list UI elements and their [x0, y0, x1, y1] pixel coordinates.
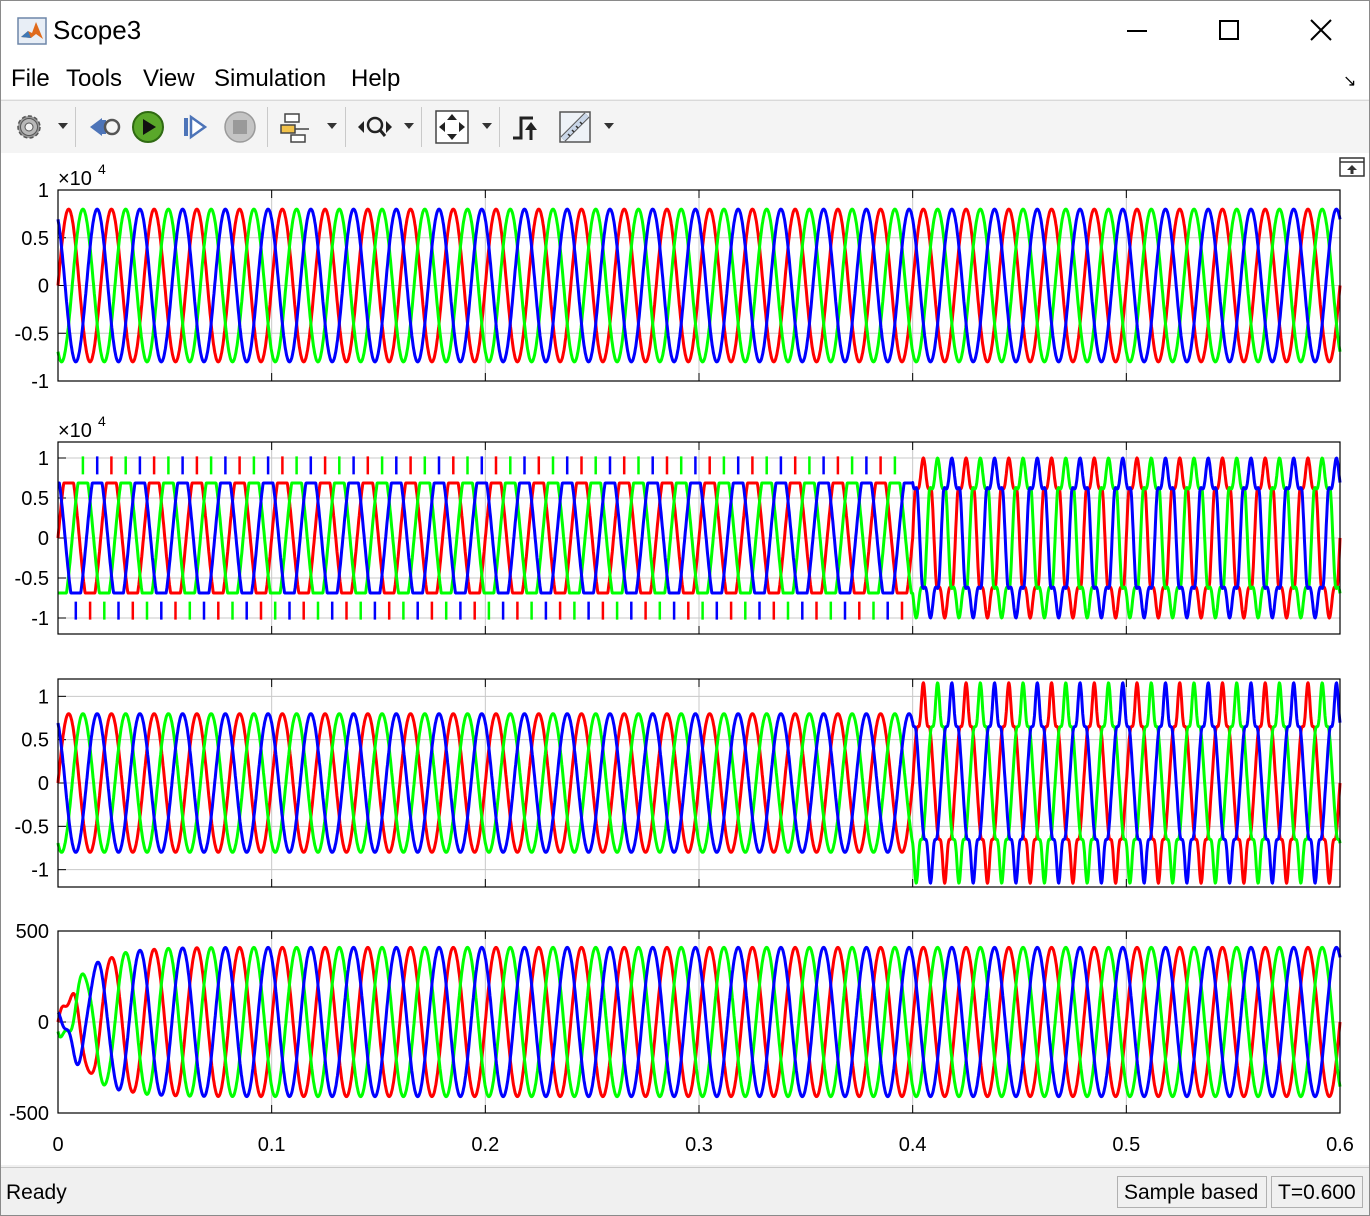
stop-icon: [224, 111, 256, 143]
axis-exponent-label: ×10: [58, 168, 92, 190]
x-tick-label: 0.1: [258, 1134, 286, 1156]
matlab-logo-icon: [17, 17, 47, 45]
maximize-icon: [1219, 20, 1239, 40]
settings-dropdown-icon[interactable]: [58, 123, 68, 129]
y-tick-label: 500: [16, 921, 49, 943]
step-forward-button[interactable]: [175, 107, 213, 147]
y-tick-label: -0.5: [15, 816, 49, 838]
y-tick-label: 1: [38, 686, 49, 708]
y-tick-label: 0: [38, 773, 49, 795]
plot-area[interactable]: 1 0.5 0 -0.5 -1 ×10 4 1 0.5 0 -0.5 -1 ×10 4 1 0.5 0 -0.5 -…: [1, 153, 1369, 1165]
title-bar[interactable]: Scope3: [1, 1, 1369, 59]
x-tick-label: 0.2: [471, 1134, 499, 1156]
menu-tools[interactable]: Tools: [66, 65, 122, 93]
scope-window: Scope3 File Tools View Simulation Help ↘: [0, 0, 1370, 1216]
scope-axes[interactable]: 1 0.5 0 -0.5 -1 ×10 4 1 0.5 0 -0.5 -1 ×10 4 1 0.5 0 -0.5 -…: [1, 153, 1369, 1165]
trigger-icon: [513, 116, 537, 140]
axis-exponent: 4: [98, 161, 106, 177]
y-tick-label: -1: [31, 608, 49, 630]
x-tick-label: 0: [52, 1134, 63, 1156]
y-tick-label: -0.5: [15, 568, 49, 590]
gear-icon: [17, 115, 41, 139]
measurements-icon: [559, 111, 591, 143]
undock-arrow-icon[interactable]: ↘: [1343, 71, 1356, 91]
highlight-dropdown-icon[interactable]: [327, 123, 337, 129]
highlight-block-button[interactable]: [277, 107, 317, 147]
close-icon: [1310, 19, 1332, 41]
highlight-icon: [280, 113, 309, 143]
y-tick-label: 0: [38, 528, 49, 550]
sample-mode-indicator: Sample based: [1117, 1176, 1267, 1208]
zoom-dropdown-icon[interactable]: [404, 123, 414, 129]
y-tick-label: 1: [38, 448, 49, 470]
axis-exponent-label: ×10: [58, 420, 92, 442]
window-title: Scope3: [53, 15, 142, 45]
menu-help[interactable]: Help: [351, 65, 400, 93]
step-back-button[interactable]: [85, 107, 123, 147]
step-forward-icon: [184, 114, 208, 140]
autoscale-dropdown-icon[interactable]: [482, 123, 492, 129]
zoom-button[interactable]: [355, 107, 395, 147]
menu-bar: File Tools View Simulation Help ↘: [1, 59, 1369, 99]
step-back-icon: [90, 118, 121, 136]
status-text: Ready: [6, 1181, 67, 1204]
simulation-time-indicator: T=0.600: [1271, 1176, 1363, 1208]
close-button[interactable]: [1277, 7, 1365, 53]
trigger-button[interactable]: [507, 107, 545, 147]
x-tick-label: 0.4: [899, 1134, 927, 1156]
run-button[interactable]: [129, 107, 167, 147]
menu-view[interactable]: View: [143, 65, 195, 93]
y-tick-label: 0.5: [21, 488, 49, 510]
y-tick-label: 1: [38, 180, 49, 202]
run-icon: [132, 111, 164, 143]
y-tick-label: -1: [31, 371, 49, 393]
measurements-dropdown-icon[interactable]: [604, 123, 614, 129]
minimize-icon: [1127, 30, 1147, 32]
toolbar: [1, 100, 1369, 154]
menu-file[interactable]: File: [11, 65, 50, 93]
status-bar: Ready Sample based T=0.600: [1, 1167, 1369, 1215]
settings-button[interactable]: [11, 107, 47, 147]
minimize-button[interactable]: [1093, 7, 1181, 53]
autoscale-button[interactable]: [431, 107, 473, 147]
x-tick-label: 0.6: [1326, 1134, 1354, 1156]
y-tick-label: 0.5: [21, 730, 49, 752]
y-tick-label: -500: [9, 1103, 49, 1125]
x-tick-label: 0.5: [1112, 1134, 1140, 1156]
zoom-icon: [358, 116, 392, 137]
autoscale-icon: [435, 110, 469, 144]
x-tick-label: 0.3: [685, 1134, 713, 1156]
measurements-button[interactable]: [555, 107, 595, 147]
y-tick-label: 0: [38, 1012, 49, 1034]
axis-exponent: 4: [98, 413, 106, 429]
y-tick-label: -0.5: [15, 323, 49, 345]
y-tick-label: 0.5: [21, 228, 49, 250]
y-tick-label: -1: [31, 860, 49, 882]
maximize-button[interactable]: [1185, 7, 1273, 53]
y-tick-label: 0: [38, 276, 49, 298]
menu-simulation[interactable]: Simulation: [214, 65, 326, 93]
stop-button[interactable]: [221, 107, 259, 147]
